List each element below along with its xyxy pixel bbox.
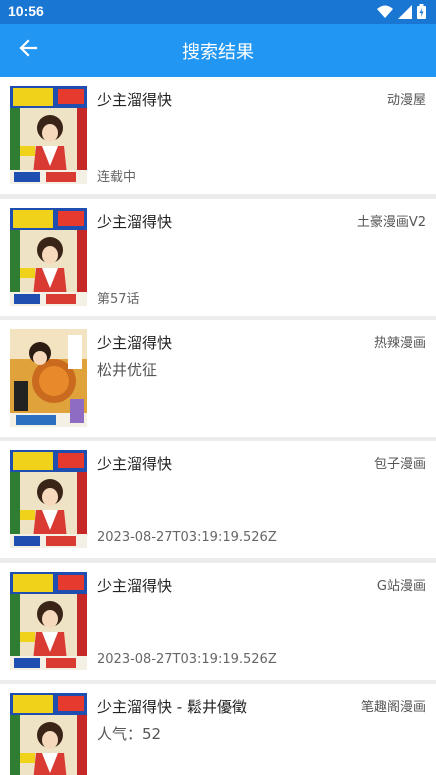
- result-info: 第57话: [97, 292, 140, 307]
- cover-image: [10, 329, 87, 427]
- status-icons: [377, 4, 426, 24]
- search-result-card[interactable]: 少主溜得快 - 鬆井優徵 笔趣阁漫画 人气：52: [0, 684, 436, 775]
- result-subtitle: 人气：52: [97, 725, 162, 743]
- search-results-list[interactable]: 少主溜得快 动漫屋 连载中 少主溜得快 土豪漫画V2 第57话 少主溜得快 热辣…: [0, 77, 436, 775]
- result-source: G站漫画: [376, 579, 426, 594]
- app-bar: 搜索结果: [0, 24, 436, 77]
- search-result-card[interactable]: 少主溜得快 动漫屋 连载中: [0, 77, 436, 194]
- result-info: 2023-08-27T03:19:19.526Z: [97, 530, 277, 545]
- cover-image: [10, 450, 87, 548]
- search-result-card[interactable]: 少主溜得快 包子漫画 2023-08-27T03:19:19.526Z: [0, 441, 436, 558]
- result-title: 少主溜得快: [97, 455, 173, 473]
- search-result-card[interactable]: 少主溜得快 热辣漫画 松井优征: [0, 320, 436, 437]
- search-result-card[interactable]: 少主溜得快 土豪漫画V2 第57话: [0, 199, 436, 316]
- result-info: 2023-08-27T03:19:19.526Z: [97, 652, 277, 667]
- wifi-icon: [377, 5, 393, 24]
- cover-image: [10, 208, 87, 306]
- battery-icon: [417, 4, 426, 24]
- result-source: 热辣漫画: [373, 336, 426, 351]
- result-source: 动漫屋: [386, 93, 426, 108]
- cover-image: [10, 86, 87, 184]
- result-info: 连载中: [97, 170, 137, 185]
- signal-icon: [398, 4, 412, 24]
- cover-image: [10, 572, 87, 670]
- status-time: 10:56: [8, 3, 44, 19]
- result-title: 少主溜得快: [97, 577, 173, 595]
- result-source: 笔趣阁漫画: [360, 700, 426, 715]
- result-title: 少主溜得快: [97, 213, 173, 231]
- result-subtitle: 松井优征: [97, 361, 158, 379]
- cover-image: [10, 693, 87, 775]
- page-title: 搜索结果: [182, 42, 254, 63]
- search-result-card[interactable]: 少主溜得快 G站漫画 2023-08-27T03:19:19.526Z: [0, 563, 436, 680]
- status-bar: 10:56: [0, 0, 436, 24]
- result-source: 包子漫画: [373, 457, 426, 472]
- result-source: 土豪漫画V2: [356, 215, 426, 230]
- result-title: 少主溜得快: [97, 91, 173, 109]
- result-title: 少主溜得快 - 鬆井優徵: [97, 698, 247, 716]
- result-title: 少主溜得快: [97, 334, 173, 352]
